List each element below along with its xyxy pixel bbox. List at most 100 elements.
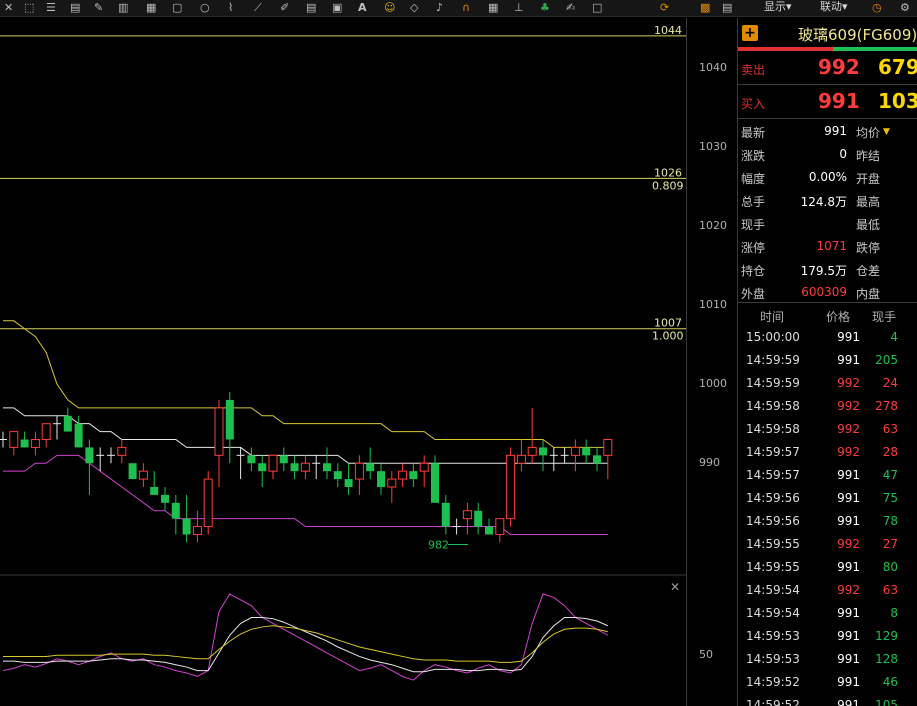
trade-time: 14:59:54: [746, 606, 800, 620]
bell-icon[interactable]: ♪: [436, 1, 443, 15]
trade-time: 14:59:53: [746, 652, 800, 666]
quote-label: 涨跌: [741, 149, 766, 163]
quote-row: 总手 124.8万 最高: [738, 189, 917, 212]
trade-time: 14:59:52: [746, 698, 800, 706]
pen2-icon[interactable]: ✍: [566, 1, 575, 15]
circle-icon[interactable]: ○: [200, 1, 210, 15]
quote-label: 持仓: [741, 264, 766, 278]
trade-row[interactable]: 14:59:58 992 278: [738, 395, 917, 418]
candle-body: [485, 526, 493, 535]
brush-icon[interactable]: ✎: [94, 1, 103, 15]
quote-value: 1071: [816, 239, 847, 253]
candle-body: [366, 463, 375, 472]
trade-price: 991: [837, 675, 860, 689]
trade-volume: 205: [875, 353, 898, 367]
eraser-icon[interactable]: ◇: [410, 1, 418, 15]
trade-price: 992: [837, 376, 860, 390]
trade-row[interactable]: 14:59:52 991 46: [738, 671, 917, 694]
candle-body: [300, 462, 310, 472]
menu-display[interactable]: 显示▾: [764, 0, 792, 14]
menu-link[interactable]: 联动▾: [820, 0, 848, 14]
trade-volume: 129: [875, 629, 898, 643]
doc3-icon[interactable]: ▤: [722, 1, 732, 15]
trade-row[interactable]: 14:59:58 992 63: [738, 418, 917, 441]
quote-label: 涨停: [741, 241, 766, 255]
trade-price: 991: [837, 514, 860, 528]
price-tick: 1000: [699, 377, 727, 391]
quote-label-2: 开盘: [856, 172, 881, 186]
candle-body: [539, 447, 547, 456]
quote-label-2: 昨结: [856, 149, 881, 163]
trade-row[interactable]: 14:59:59 991 205: [738, 349, 917, 372]
refresh-icon[interactable]: ⟳: [660, 1, 669, 15]
kline-svg[interactable]: 1044 10260.809 10071.000 982 ✕: [0, 18, 686, 706]
zigzag-icon[interactable]: ⌇: [228, 1, 233, 15]
add-contract-button[interactable]: +: [742, 25, 758, 41]
trade-row[interactable]: 14:59:52 991 105: [738, 694, 917, 706]
sell-row[interactable]: 卖出 992 6798: [738, 51, 917, 85]
chart-icon[interactable]: ▩: [700, 1, 710, 15]
square-icon[interactable]: ▢: [172, 1, 182, 15]
candle-body: [214, 407, 224, 456]
quote-row: 涨跌 0 昨结: [738, 143, 917, 166]
col-header-volume: 现手: [872, 310, 897, 324]
trade-time: 15:00:00: [746, 330, 800, 344]
trade-price: 992: [837, 422, 860, 436]
trade-time: 14:59:56: [746, 491, 800, 505]
cross-icon[interactable]: ✕: [4, 1, 13, 15]
pen-icon[interactable]: ✐: [280, 1, 289, 15]
candle-body: [323, 463, 331, 472]
avg-dropdown-icon[interactable]: ▼: [883, 127, 890, 137]
fan-icon[interactable]: ⟋: [254, 1, 262, 15]
trade-row[interactable]: 14:59:54 991 8: [738, 602, 917, 625]
square2-icon[interactable]: □: [592, 1, 602, 15]
trade-row[interactable]: 14:59:56 991 75: [738, 487, 917, 510]
candle-body: [20, 439, 29, 448]
anchor2-icon[interactable]: ⊥: [514, 1, 524, 15]
list-icon[interactable]: ☰: [46, 1, 56, 15]
quote-row: 最新 991 均价: [738, 120, 917, 143]
trade-row[interactable]: 15:00:00 991 4: [738, 326, 917, 349]
candle-body: [171, 502, 180, 519]
trade-row[interactable]: 14:59:53 991 129: [738, 625, 917, 648]
trade-volume: 128: [875, 652, 898, 666]
close-indicator-icon[interactable]: ✕: [670, 580, 680, 594]
trade-row[interactable]: 14:59:55 991 80: [738, 556, 917, 579]
trade-row[interactable]: 14:59:59 992 24: [738, 372, 917, 395]
trade-row[interactable]: 14:59:54 992 63: [738, 579, 917, 602]
settings-icon[interactable]: ⚙: [900, 1, 910, 15]
candle-body: [203, 478, 213, 528]
trade-volume: 4: [890, 330, 898, 344]
text-icon[interactable]: A: [358, 1, 367, 15]
smile-icon[interactable]: ☺: [384, 1, 395, 15]
clock-icon[interactable]: ◷: [872, 1, 882, 15]
trade-price: 991: [837, 330, 860, 344]
trade-row[interactable]: 14:59:56 991 78: [738, 510, 917, 533]
trade-row[interactable]: 14:59:57 992 28: [738, 441, 917, 464]
trade-price: 991: [837, 629, 860, 643]
ref-line-ratio: 0.809: [652, 179, 684, 192]
doc2-icon[interactable]: ▦: [488, 1, 498, 15]
candle-body: [582, 447, 591, 456]
club-icon[interactable]: ♣: [540, 1, 550, 15]
candle-body: [247, 455, 256, 464]
book-icon[interactable]: ▤: [70, 1, 80, 15]
candle-body: [63, 415, 72, 432]
doc-icon[interactable]: ▤: [306, 1, 316, 15]
lock-icon[interactable]: ∩: [462, 1, 470, 15]
trade-time: 14:59:52: [746, 675, 800, 689]
trade-row[interactable]: 14:59:57 991 47: [738, 464, 917, 487]
anchor-icon[interactable]: ▣: [332, 1, 342, 15]
quote-row: 持仓 179.5万 仓差: [738, 258, 917, 281]
buy-row[interactable]: 买入 991 1036: [738, 85, 917, 119]
rect-icon[interactable]: ⬚: [24, 1, 34, 15]
grid-icon[interactable]: ▦: [146, 1, 156, 15]
candle-body: [516, 454, 526, 464]
quote-label-2: 均价: [856, 126, 881, 140]
kline-chart[interactable]: 1044 1026 0.809 1007 1.000 982 ✕: [0, 18, 686, 706]
trade-row[interactable]: 14:59:53 991 128: [738, 648, 917, 671]
trade-volume: 75: [882, 491, 898, 505]
price-tick: 1010: [699, 297, 727, 311]
trade-row[interactable]: 14:59:55 992 27: [738, 533, 917, 556]
bars-icon[interactable]: ▥: [118, 1, 128, 15]
